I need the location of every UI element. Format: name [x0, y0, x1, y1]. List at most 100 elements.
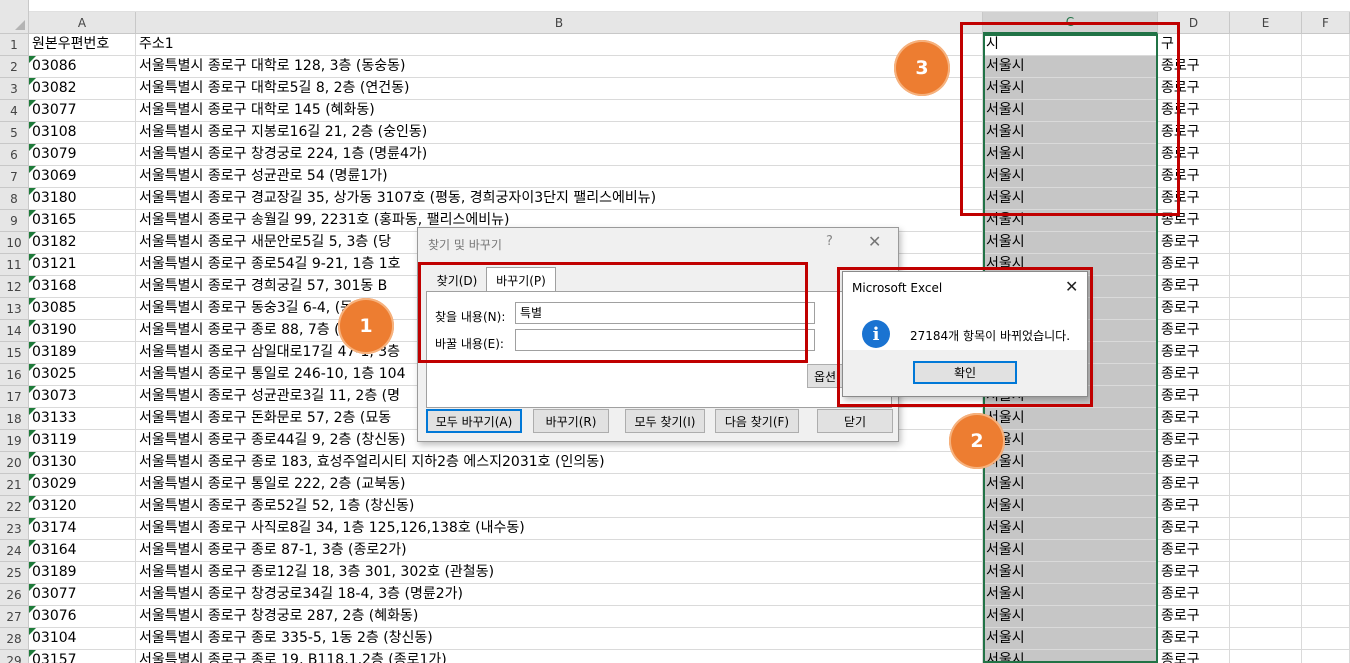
- cell-d[interactable]: 종로구: [1158, 298, 1230, 320]
- cell-c[interactable]: 서울시: [983, 430, 1158, 452]
- cell-f[interactable]: [1302, 298, 1350, 320]
- find-input[interactable]: 특별: [515, 302, 815, 324]
- cell-a[interactable]: 03025: [29, 364, 136, 386]
- cell-d[interactable]: 종로구: [1158, 276, 1230, 298]
- cell-d[interactable]: 종로구: [1158, 100, 1230, 122]
- cell-f[interactable]: [1302, 254, 1350, 276]
- cell-a[interactable]: 03120: [29, 496, 136, 518]
- cell-c[interactable]: 서울시: [983, 562, 1158, 584]
- cell-a[interactable]: 03104: [29, 628, 136, 650]
- cell-a[interactable]: 03069: [29, 166, 136, 188]
- cell-a[interactable]: 03077: [29, 584, 136, 606]
- cell-e[interactable]: [1230, 232, 1302, 254]
- cell-a[interactable]: 03190: [29, 320, 136, 342]
- cell-b[interactable]: 서울특별시 종로구 종로12길 18, 3층 301, 302호 (관철동): [136, 562, 983, 584]
- cell-c[interactable]: 서울시: [983, 166, 1158, 188]
- cell-c[interactable]: 시: [983, 34, 1158, 56]
- cell-f[interactable]: [1302, 606, 1350, 628]
- cell-e[interactable]: [1230, 628, 1302, 650]
- cell-a[interactable]: 03082: [29, 78, 136, 100]
- cell-c[interactable]: 서울시: [983, 584, 1158, 606]
- column-header-c[interactable]: C: [983, 12, 1158, 34]
- cell-f[interactable]: [1302, 518, 1350, 540]
- column-header-f[interactable]: F: [1302, 12, 1350, 34]
- column-header-b[interactable]: B: [136, 12, 983, 34]
- row-header[interactable]: 14: [0, 320, 29, 342]
- cell-d[interactable]: 종로구: [1158, 210, 1230, 232]
- row-header[interactable]: 11: [0, 254, 29, 276]
- cell-f[interactable]: [1302, 78, 1350, 100]
- cell-e[interactable]: [1230, 144, 1302, 166]
- cell-a[interactable]: 03165: [29, 210, 136, 232]
- cell-b[interactable]: 서울특별시 종로구 지봉로16길 21, 2층 (숭인동): [136, 122, 983, 144]
- cell-c[interactable]: 서울시: [983, 540, 1158, 562]
- cell-e[interactable]: [1230, 496, 1302, 518]
- cell-f[interactable]: [1302, 628, 1350, 650]
- cell-f[interactable]: [1302, 210, 1350, 232]
- cell-d[interactable]: 종로구: [1158, 78, 1230, 100]
- cell-f[interactable]: [1302, 496, 1350, 518]
- cell-d[interactable]: 종로구: [1158, 188, 1230, 210]
- row-header[interactable]: 17: [0, 386, 29, 408]
- cell-a[interactable]: 03174: [29, 518, 136, 540]
- cell-a[interactable]: 03119: [29, 430, 136, 452]
- cell-a[interactable]: 03076: [29, 606, 136, 628]
- cell-a[interactable]: 03189: [29, 562, 136, 584]
- cell-f[interactable]: [1302, 562, 1350, 584]
- cell-c[interactable]: 서울시: [983, 650, 1158, 663]
- cell-b[interactable]: 서울특별시 종로구 종로 335-5, 1동 2층 (창신동): [136, 628, 983, 650]
- cell-d[interactable]: 종로구: [1158, 408, 1230, 430]
- cell-d[interactable]: 종로구: [1158, 584, 1230, 606]
- cell-a[interactable]: 03189: [29, 342, 136, 364]
- cell-e[interactable]: [1230, 166, 1302, 188]
- cell-e[interactable]: [1230, 386, 1302, 408]
- cell-f[interactable]: [1302, 584, 1350, 606]
- row-header[interactable]: 29: [0, 650, 29, 663]
- close-icon[interactable]: ✕: [868, 232, 881, 251]
- tab-replace[interactable]: 바꾸기(P): [486, 267, 556, 292]
- cell-b[interactable]: 서울특별시 종로구 통일로 222, 2층 (교북동): [136, 474, 983, 496]
- cell-c[interactable]: 서울시: [983, 56, 1158, 78]
- ok-button[interactable]: 확인: [913, 361, 1017, 384]
- cell-c[interactable]: 서울시: [983, 144, 1158, 166]
- cell-a[interactable]: 원본우편번호: [29, 34, 136, 56]
- cell-e[interactable]: [1230, 254, 1302, 276]
- cell-f[interactable]: [1302, 188, 1350, 210]
- row-header[interactable]: 6: [0, 144, 29, 166]
- cell-c[interactable]: 서울시: [983, 518, 1158, 540]
- cell-f[interactable]: [1302, 474, 1350, 496]
- cell-c[interactable]: 서울시: [983, 628, 1158, 650]
- row-header[interactable]: 23: [0, 518, 29, 540]
- cell-f[interactable]: [1302, 144, 1350, 166]
- cell-d[interactable]: 종로구: [1158, 144, 1230, 166]
- cell-d[interactable]: 종로구: [1158, 452, 1230, 474]
- cell-f[interactable]: [1302, 166, 1350, 188]
- cell-f[interactable]: [1302, 452, 1350, 474]
- row-header[interactable]: 15: [0, 342, 29, 364]
- cell-b[interactable]: 서울특별시 종로구 종로 19, B118,1,2층 (종로1가): [136, 650, 983, 663]
- cell-d[interactable]: 종로구: [1158, 254, 1230, 276]
- select-all-corner[interactable]: [0, 0, 29, 34]
- cell-e[interactable]: [1230, 100, 1302, 122]
- cell-a[interactable]: 03157: [29, 650, 136, 663]
- cell-f[interactable]: [1302, 122, 1350, 144]
- cell-b[interactable]: 서울특별시 종로구 사직로8길 34, 1층 125,126,138호 (내수동…: [136, 518, 983, 540]
- cell-a[interactable]: 03079: [29, 144, 136, 166]
- cell-e[interactable]: [1230, 122, 1302, 144]
- cell-c[interactable]: 서울시: [983, 606, 1158, 628]
- options-button[interactable]: 옵션: [807, 364, 843, 388]
- row-header[interactable]: 28: [0, 628, 29, 650]
- cell-d[interactable]: 종로구: [1158, 232, 1230, 254]
- cell-e[interactable]: [1230, 34, 1302, 56]
- cell-d[interactable]: 구: [1158, 34, 1230, 56]
- cell-e[interactable]: [1230, 562, 1302, 584]
- find-all-button[interactable]: 모두 찾기(I): [625, 409, 705, 433]
- cell-f[interactable]: [1302, 650, 1350, 663]
- cell-e[interactable]: [1230, 606, 1302, 628]
- row-header[interactable]: 27: [0, 606, 29, 628]
- cell-a[interactable]: 03077: [29, 100, 136, 122]
- replace-button[interactable]: 바꾸기(R): [533, 409, 609, 433]
- cell-a[interactable]: 03085: [29, 298, 136, 320]
- cell-b[interactable]: 서울특별시 종로구 창경궁로 224, 1층 (명륜4가): [136, 144, 983, 166]
- cell-d[interactable]: 종로구: [1158, 56, 1230, 78]
